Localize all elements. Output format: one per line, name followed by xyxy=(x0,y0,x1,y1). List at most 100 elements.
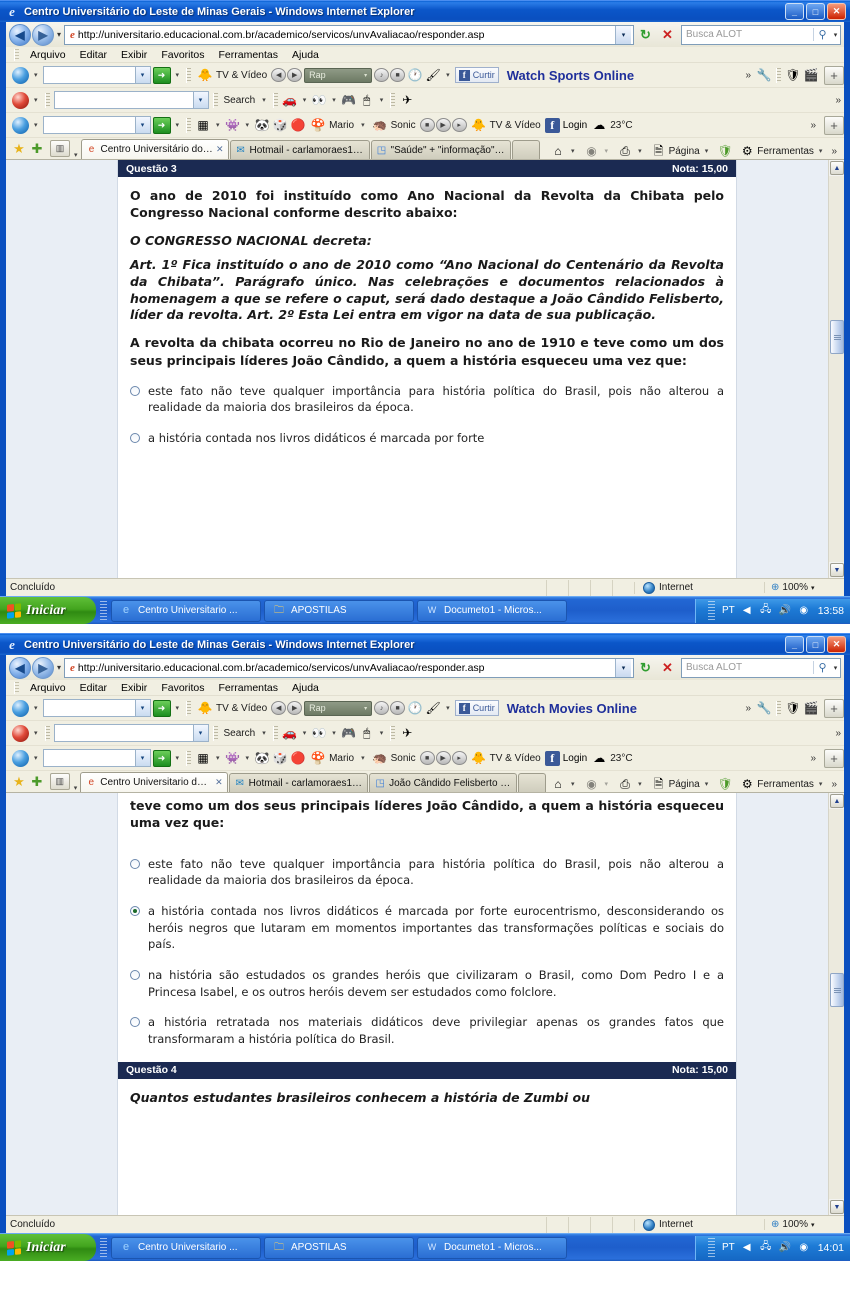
scroll-thumb[interactable] xyxy=(830,973,844,1007)
print-button[interactable]: ⎙ ▾ xyxy=(614,776,648,792)
media-volume-1[interactable]: ♪ ■ xyxy=(374,68,406,82)
media-play-icon[interactable]: ▶ xyxy=(287,68,303,82)
paint-chevron-down-icon[interactable]: ▾ xyxy=(443,704,453,712)
toolbar-brand-icon-2[interactable] xyxy=(12,91,29,109)
toolbar-grip-3[interactable] xyxy=(186,117,192,133)
cube-chevron-down-icon[interactable]: ▾ xyxy=(213,121,223,129)
toolbar-grip-2[interactable] xyxy=(44,725,50,741)
option-row[interactable]: a história contada nos livros didáticos … xyxy=(130,903,724,953)
clock[interactable]: 14:01 xyxy=(816,1242,844,1254)
close-button[interactable]: ✕ xyxy=(827,636,846,653)
search-icon[interactable]: ⚲ xyxy=(813,661,831,674)
search-chevron-down-icon-2[interactable]: ▾ xyxy=(259,96,269,104)
mouse-chevron-down-icon[interactable]: ▾ xyxy=(377,729,387,737)
barcelona-crest-icon[interactable]: 🛡 xyxy=(785,700,801,716)
panda-icon[interactable]: 🐼 xyxy=(254,750,270,766)
toolbar-grip-1[interactable] xyxy=(186,67,192,83)
search-button-2[interactable]: Search xyxy=(222,95,258,106)
toolbar-grip-2c[interactable] xyxy=(272,725,278,741)
option-row[interactable]: a história retratada nos materiais didát… xyxy=(130,1014,724,1047)
tab-centro-universitario[interactable]: e Centro Universitário do L... ✕ xyxy=(80,139,229,159)
toolbar-brand-icon-2[interactable] xyxy=(12,724,29,742)
home-chevron-down-icon[interactable]: ▾ xyxy=(568,147,578,155)
toolbar-grip-2b[interactable] xyxy=(212,725,218,741)
nav-history-chevron-down-icon[interactable]: ▾ xyxy=(57,663,61,672)
page-menu-button[interactable]: 🗎 Página ▾ xyxy=(648,143,715,159)
toolbar-add-button-3[interactable]: + xyxy=(824,115,844,135)
promo-link-2[interactable]: Watch Movies Online xyxy=(501,701,643,716)
toolbar-search-input-3[interactable]: ▾ xyxy=(42,116,151,134)
tray-shield-icon[interactable]: ◉ xyxy=(797,1241,811,1255)
toolbar-brand-chevron-down-icon-3[interactable]: ▾ xyxy=(31,121,41,129)
menu-item-editar[interactable]: Editar xyxy=(73,682,114,694)
space-invader-icon[interactable]: 👾 xyxy=(225,117,241,133)
stop-icon[interactable]: ✕ xyxy=(657,24,678,45)
facebook-login-button[interactable]: f Login xyxy=(544,117,587,133)
page-menu-button[interactable]: 🗎 Página ▾ xyxy=(648,776,715,792)
tray-volume-icon[interactable]: 🔊 xyxy=(778,1241,792,1255)
add-favorite-icon[interactable]: ✚ xyxy=(28,139,46,159)
media-next-icon-3[interactable]: ▸ xyxy=(451,118,467,132)
taskbar-item-word[interactable]: W Documeto1 - Micros... xyxy=(417,1236,567,1259)
toolbar-go-button-3[interactable]: ➜ xyxy=(152,116,171,134)
paper-plane-icon[interactable]: ✈ xyxy=(399,92,415,108)
maximize-button[interactable]: □ xyxy=(806,636,825,653)
toolbar-grip-2[interactable] xyxy=(44,92,50,108)
smiley-chevron-down-icon[interactable]: ▾ xyxy=(300,96,310,104)
toolbar-grip-3[interactable] xyxy=(186,750,192,766)
media-play-icon[interactable]: ▶ xyxy=(287,701,303,715)
toolbar-go-button-3[interactable]: ➜ xyxy=(152,749,171,767)
net-icon[interactable]: 🔴 xyxy=(290,117,306,133)
toolbar-go-chevron-down-icon-1[interactable]: ▾ xyxy=(173,704,183,712)
mouse-icon[interactable]: 🖱 xyxy=(359,92,375,108)
zoom-chevron-down-icon[interactable]: ▾ xyxy=(811,584,815,592)
toolbar-search-chevron-down-icon-3[interactable]: ▾ xyxy=(134,117,150,133)
volume-icon[interactable]: ♪ xyxy=(374,701,390,715)
tab-tools-overflow-chevron-icon[interactable]: » xyxy=(828,779,840,790)
tv-video-button-3[interactable]: 🐥 TV & Vídeo xyxy=(469,750,543,766)
toolbar-search-chevron-down-icon-2[interactable]: ▾ xyxy=(192,92,208,108)
tab-hotmail[interactable]: ✉ Hotmail - carlamoraes18@h... xyxy=(228,773,369,792)
facebook-login-button[interactable]: f Login xyxy=(544,750,587,766)
toolbar-brand-chevron-down-icon-2[interactable]: ▾ xyxy=(31,96,41,104)
tab-joao-candido[interactable]: ◳ João Cândido Felisberto - P... xyxy=(369,773,518,792)
media-play-icon-3[interactable]: ▶ xyxy=(435,118,451,132)
tv-video-button-3[interactable]: 🐥 TV & Vídeo xyxy=(469,117,543,133)
toolbar-search-chevron-down-icon-2[interactable]: ▾ xyxy=(192,725,208,741)
media-controls-3[interactable]: ■ ▶ ▸ xyxy=(419,751,467,765)
print-chevron-down-icon[interactable]: ▾ xyxy=(635,147,645,155)
media-controls-3[interactable]: ■ ▶ ▸ xyxy=(419,118,467,132)
menu-item-favoritos[interactable]: Favoritos xyxy=(154,49,211,61)
language-indicator[interactable]: PT xyxy=(722,605,735,616)
gamepad-icon[interactable]: 🎮 xyxy=(341,92,357,108)
menu-grip-handle[interactable] xyxy=(14,48,19,61)
toolbar-go-button-1[interactable]: ➜ xyxy=(152,66,171,84)
maximize-button[interactable]: □ xyxy=(806,3,825,20)
minimize-button[interactable]: _ xyxy=(785,636,804,653)
media-play-icon-3[interactable]: ▶ xyxy=(435,751,451,765)
home-button[interactable]: ⌂ ▾ xyxy=(547,143,581,159)
mario-button[interactable]: 🍄 Mario xyxy=(308,750,356,766)
paint-chevron-down-icon[interactable]: ▾ xyxy=(443,71,453,79)
menu-item-editar[interactable]: Editar xyxy=(73,49,114,61)
gamepad-icon[interactable]: 🎮 xyxy=(341,725,357,741)
forward-button[interactable]: ▶ xyxy=(32,656,54,679)
new-tab-button[interactable] xyxy=(511,140,540,159)
menu-item-exibir[interactable]: Exibir xyxy=(114,682,154,694)
zoom-control-1[interactable]: ⊕ 100% ▾ xyxy=(764,582,844,593)
option-radio-1[interactable] xyxy=(130,385,140,396)
page-chevron-down-icon[interactable]: ▾ xyxy=(702,780,712,788)
tools-chevron-down-icon[interactable]: ▾ xyxy=(816,147,826,155)
toolbar-grip-1b[interactable] xyxy=(776,67,781,83)
toolbar-grip-2b[interactable] xyxy=(212,92,218,108)
invader-chevron-down-icon[interactable]: ▾ xyxy=(243,754,253,762)
toolbar-brand-chevron-down-icon[interactable]: ▾ xyxy=(31,704,41,712)
page-scrollbar-2[interactable]: ▲ ▼ xyxy=(828,793,844,1215)
refresh-icon[interactable]: ↻ xyxy=(635,657,656,678)
scroll-thumb[interactable] xyxy=(830,320,844,354)
toolbar-search-input-1[interactable]: ▾ xyxy=(42,699,151,717)
weather-widget[interactable]: ☁ 23°C xyxy=(589,117,634,133)
menu-item-exibir[interactable]: Exibir xyxy=(114,49,154,61)
scroll-up-button[interactable]: ▲ xyxy=(830,794,844,808)
video-addon-icon[interactable]: 🎬 xyxy=(803,700,819,716)
